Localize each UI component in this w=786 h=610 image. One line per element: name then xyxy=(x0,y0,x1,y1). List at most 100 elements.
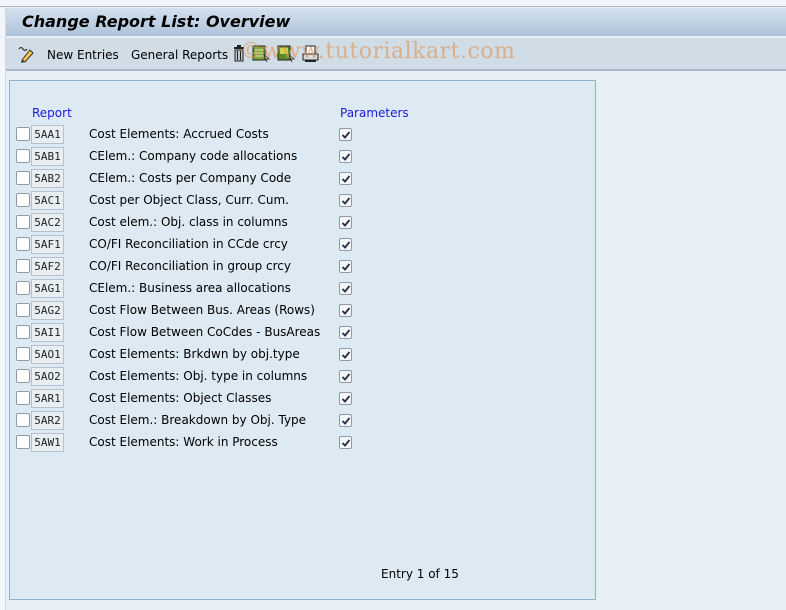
parameters-checkbox[interactable] xyxy=(339,436,352,449)
checkmark-icon xyxy=(341,131,351,139)
delete-icon[interactable] xyxy=(231,45,249,63)
row-select-checkbox[interactable] xyxy=(16,281,30,295)
report-list-panel: Report Parameters 5AA1 Cost Elements: Acc… xyxy=(9,80,596,600)
row-select-checkbox[interactable] xyxy=(16,149,30,163)
report-description: CElem.: Company code allocations xyxy=(89,149,298,163)
checkmark-icon xyxy=(341,307,351,315)
row-select-checkbox[interactable] xyxy=(16,127,30,141)
table-row: 5AA1 Cost Elements: Accrued Costs xyxy=(10,124,595,146)
report-code-field[interactable]: 5AF2 xyxy=(31,257,64,276)
row-select-checkbox[interactable] xyxy=(16,325,30,339)
table-row: 5AF1 CO/FI Reconciliation in CCde crcy xyxy=(10,234,595,256)
report-description: Cost Elements: Obj. type in columns xyxy=(89,369,308,383)
row-select-checkbox[interactable] xyxy=(16,391,30,405)
row-select-checkbox[interactable] xyxy=(16,435,30,449)
parameters-checkbox[interactable] xyxy=(339,282,352,295)
title-bar: Change Report List: Overview xyxy=(6,8,786,37)
report-description: Cost Elements: Work in Process xyxy=(89,435,278,449)
parameters-checkbox[interactable] xyxy=(339,370,352,383)
checkmark-icon xyxy=(341,175,351,183)
table-row: 5AR2 Cost Elem.: Breakdown by Obj. Type xyxy=(10,410,595,432)
row-select-checkbox[interactable] xyxy=(16,413,30,427)
checkmark-icon xyxy=(341,395,351,403)
report-description: CO/FI Reconciliation in group crcy xyxy=(89,259,291,273)
parameters-checkbox[interactable] xyxy=(339,194,352,207)
report-description: CElem.: Business area allocations xyxy=(89,281,291,295)
select-all-icon[interactable] xyxy=(252,45,271,63)
report-description: Cost elem.: Obj. class in columns xyxy=(89,215,288,229)
report-description: Cost Flow Between CoCdes - BusAreas xyxy=(89,325,321,339)
report-code-field[interactable]: 5AG2 xyxy=(31,301,64,320)
parameters-checkbox[interactable] xyxy=(339,216,352,229)
row-select-checkbox[interactable] xyxy=(16,347,30,361)
report-code-field[interactable]: 5AI1 xyxy=(31,323,64,342)
report-code-field[interactable]: 5AC2 xyxy=(31,213,64,232)
parameters-checkbox[interactable] xyxy=(339,238,352,251)
checkmark-icon xyxy=(341,197,351,205)
row-select-checkbox[interactable] xyxy=(16,303,30,317)
row-select-checkbox[interactable] xyxy=(16,193,30,207)
checkmark-icon xyxy=(341,285,351,293)
window-top-strip xyxy=(0,0,786,7)
table-row: 5AO1 Cost Elements: Brkdwn by obj.type xyxy=(10,344,595,366)
parameters-checkbox[interactable] xyxy=(339,326,352,339)
window-left-edge xyxy=(0,7,6,610)
new-entries-button[interactable]: New Entries xyxy=(47,46,119,64)
parameters-checkbox[interactable] xyxy=(339,172,352,185)
row-select-checkbox[interactable] xyxy=(16,259,30,273)
table-row: 5AC1 Cost per Object Class, Curr. Cum. xyxy=(10,190,595,212)
row-select-checkbox[interactable] xyxy=(16,237,30,251)
table-row: 5AI1 Cost Flow Between CoCdes - BusAreas xyxy=(10,322,595,344)
report-code-field[interactable]: 5AB1 xyxy=(31,147,64,166)
report-code-field[interactable]: 5AO2 xyxy=(31,367,64,386)
table-row: 5AO2 Cost Elements: Obj. type in columns xyxy=(10,366,595,388)
general-reports-button[interactable]: General Reports xyxy=(131,46,228,64)
report-code-field[interactable]: 5AC1 xyxy=(31,191,64,210)
application-toolbar: New Entries General Reports ©www.tutoria… xyxy=(6,38,786,71)
report-description: Cost per Object Class, Curr. Cum. xyxy=(89,193,289,207)
parameters-checkbox[interactable] xyxy=(339,392,352,405)
row-select-checkbox[interactable] xyxy=(16,171,30,185)
table-row: 5AF2 CO/FI Reconciliation in group crcy xyxy=(10,256,595,278)
checkmark-icon xyxy=(341,329,351,337)
report-code-field[interactable]: 5AF1 xyxy=(31,235,64,254)
checkmark-icon xyxy=(341,263,351,271)
entry-counter: Entry 1 of 15 xyxy=(381,567,459,581)
table-row: 5AG1 CElem.: Business area allocations xyxy=(10,278,595,300)
checkmark-icon xyxy=(341,417,351,425)
report-code-field[interactable]: 5AO1 xyxy=(31,345,64,364)
column-header-parameters[interactable]: Parameters xyxy=(340,106,409,120)
table-row: 5AB1 CElem.: Company code allocations xyxy=(10,146,595,168)
display-change-icon[interactable] xyxy=(17,45,35,63)
report-code-field[interactable]: 5AR2 xyxy=(31,411,64,430)
report-code-field[interactable]: 5AG1 xyxy=(31,279,64,298)
report-code-field[interactable]: 5AW1 xyxy=(31,433,64,452)
report-description: CElem.: Costs per Company Code xyxy=(89,171,292,185)
parameters-checkbox[interactable] xyxy=(339,260,352,273)
report-description: Cost Flow Between Bus. Areas (Rows) xyxy=(89,303,315,317)
parameters-checkbox[interactable] xyxy=(339,348,352,361)
parameters-checkbox[interactable] xyxy=(339,128,352,141)
checkmark-icon xyxy=(341,219,351,227)
print-icon[interactable] xyxy=(302,45,320,63)
page-title: Change Report List: Overview xyxy=(22,12,291,31)
report-code-field[interactable]: 5AA1 xyxy=(31,125,64,144)
checkmark-icon xyxy=(341,373,351,381)
checkmark-icon xyxy=(341,153,351,161)
parameters-checkbox[interactable] xyxy=(339,414,352,427)
row-select-checkbox[interactable] xyxy=(16,215,30,229)
row-select-checkbox[interactable] xyxy=(16,369,30,383)
select-block-icon[interactable] xyxy=(277,45,296,63)
report-code-field[interactable]: 5AB2 xyxy=(31,169,64,188)
report-description: Cost Elements: Accrued Costs xyxy=(89,127,269,141)
checkmark-icon xyxy=(341,241,351,249)
report-code-field[interactable]: 5AR1 xyxy=(31,389,64,408)
checkmark-icon xyxy=(341,439,351,447)
column-header-report[interactable]: Report xyxy=(32,106,72,120)
report-description: Cost Elements: Brkdwn by obj.type xyxy=(89,347,300,361)
table-row: 5AG2 Cost Flow Between Bus. Areas (Rows) xyxy=(10,300,595,322)
table-row: 5AR1 Cost Elements: Object Classes xyxy=(10,388,595,410)
parameters-checkbox[interactable] xyxy=(339,150,352,163)
table-row: 5AC2 Cost elem.: Obj. class in columns xyxy=(10,212,595,234)
parameters-checkbox[interactable] xyxy=(339,304,352,317)
